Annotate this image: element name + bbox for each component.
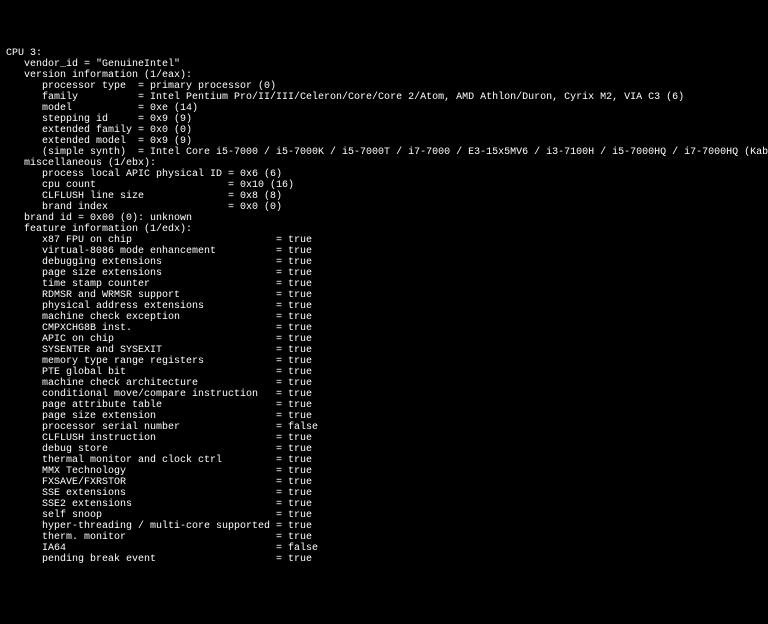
brand-id-line: brand id = 0x00 (0): unknown bbox=[6, 213, 762, 224]
feature-line-3: page size extensions = true bbox=[6, 268, 762, 279]
feature-line-28: IA64 = false bbox=[6, 543, 762, 554]
feature-line-13: machine check architecture = true bbox=[6, 378, 762, 389]
feature-line-5: RDMSR and WRMSR support = true bbox=[6, 290, 762, 301]
feature-line-27: therm. monitor = true bbox=[6, 532, 762, 543]
processor-type-line: processor type = primary processor (0) bbox=[6, 81, 762, 92]
feature-line-21: MMX Technology = true bbox=[6, 466, 762, 477]
feature-line-20: thermal monitor and clock ctrl = true bbox=[6, 455, 762, 466]
feature-line-18: CLFLUSH instruction = true bbox=[6, 433, 762, 444]
feature-line-15: page attribute table = true bbox=[6, 400, 762, 411]
feature-line-17: processor serial number = false bbox=[6, 422, 762, 433]
feature-line-4: time stamp counter = true bbox=[6, 279, 762, 290]
feature-line-10: SYSENTER and SYSEXIT = true bbox=[6, 345, 762, 356]
feature-line-16: page size extension = true bbox=[6, 411, 762, 422]
feature-line-12: PTE global bit = true bbox=[6, 367, 762, 378]
feature-line-11: memory type range registers = true bbox=[6, 356, 762, 367]
feature-line-22: FXSAVE/FXRSTOR = true bbox=[6, 477, 762, 488]
cpu-count-line: cpu count = 0x10 (16) bbox=[6, 180, 762, 191]
feature-line-19: debug store = true bbox=[6, 444, 762, 455]
terminal-output: CPU 3: vendor_id = "GenuineIntel" versio… bbox=[6, 48, 762, 565]
feature-line-7: machine check exception = true bbox=[6, 312, 762, 323]
feature-line-9: APIC on chip = true bbox=[6, 334, 762, 345]
extended-model-line: extended model = 0x9 (9) bbox=[6, 136, 762, 147]
feature-line-23: SSE extensions = true bbox=[6, 488, 762, 499]
family-line: family = Intel Pentium Pro/II/III/Celero… bbox=[6, 92, 762, 103]
brand-index-line: brand index = 0x0 (0) bbox=[6, 202, 762, 213]
feature-line-29: pending break event = true bbox=[6, 554, 762, 565]
feature-info-header: feature information (1/edx): bbox=[6, 224, 762, 235]
feature-line-26: hyper-threading / multi-core supported =… bbox=[6, 521, 762, 532]
vendor-id-line: vendor_id = "GenuineIntel" bbox=[6, 59, 762, 70]
simple-synth-line: (simple synth) = Intel Core i5-7000 / i5… bbox=[6, 147, 762, 158]
extended-family-line: extended family = 0x0 (0) bbox=[6, 125, 762, 136]
feature-line-24: SSE2 extensions = true bbox=[6, 499, 762, 510]
cpu-header: CPU 3: bbox=[6, 48, 762, 59]
feature-line-8: CMPXCHG8B inst. = true bbox=[6, 323, 762, 334]
feature-line-14: conditional move/compare instruction = t… bbox=[6, 389, 762, 400]
feature-line-0: x87 FPU on chip = true bbox=[6, 235, 762, 246]
feature-line-2: debugging extensions = true bbox=[6, 257, 762, 268]
clflush-line-size-line: CLFLUSH line size = 0x8 (8) bbox=[6, 191, 762, 202]
miscellaneous-header: miscellaneous (1/ebx): bbox=[6, 158, 762, 169]
feature-line-6: physical address extensions = true bbox=[6, 301, 762, 312]
version-info-header: version information (1/eax): bbox=[6, 70, 762, 81]
feature-line-1: virtual-8086 mode enhancement = true bbox=[6, 246, 762, 257]
apic-physical-id-line: process local APIC physical ID = 0x6 (6) bbox=[6, 169, 762, 180]
model-line: model = 0xe (14) bbox=[6, 103, 762, 114]
stepping-id-line: stepping id = 0x9 (9) bbox=[6, 114, 762, 125]
